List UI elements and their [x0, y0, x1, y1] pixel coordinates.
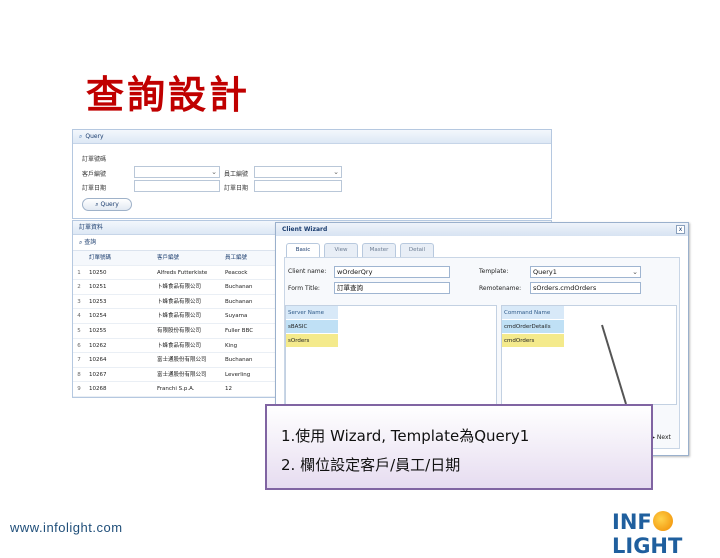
- note-line-1: 1.使用 Wizard, Template為Query1: [281, 427, 530, 445]
- logo-sun-icon: [652, 511, 673, 531]
- infolight-logo: INFLIGHT: [612, 510, 720, 558]
- note-line-2: 2. 欄位設定客戶/員工/日期: [281, 456, 461, 474]
- logo-text-right: LIGHT: [612, 534, 683, 558]
- annotation-note: 1.使用 Wizard, Template為Query1 2. 欄位設定客戶/員…: [265, 404, 653, 490]
- footer-url[interactable]: www.infolight.com: [10, 520, 123, 535]
- logo-text-left: INF: [612, 510, 652, 534]
